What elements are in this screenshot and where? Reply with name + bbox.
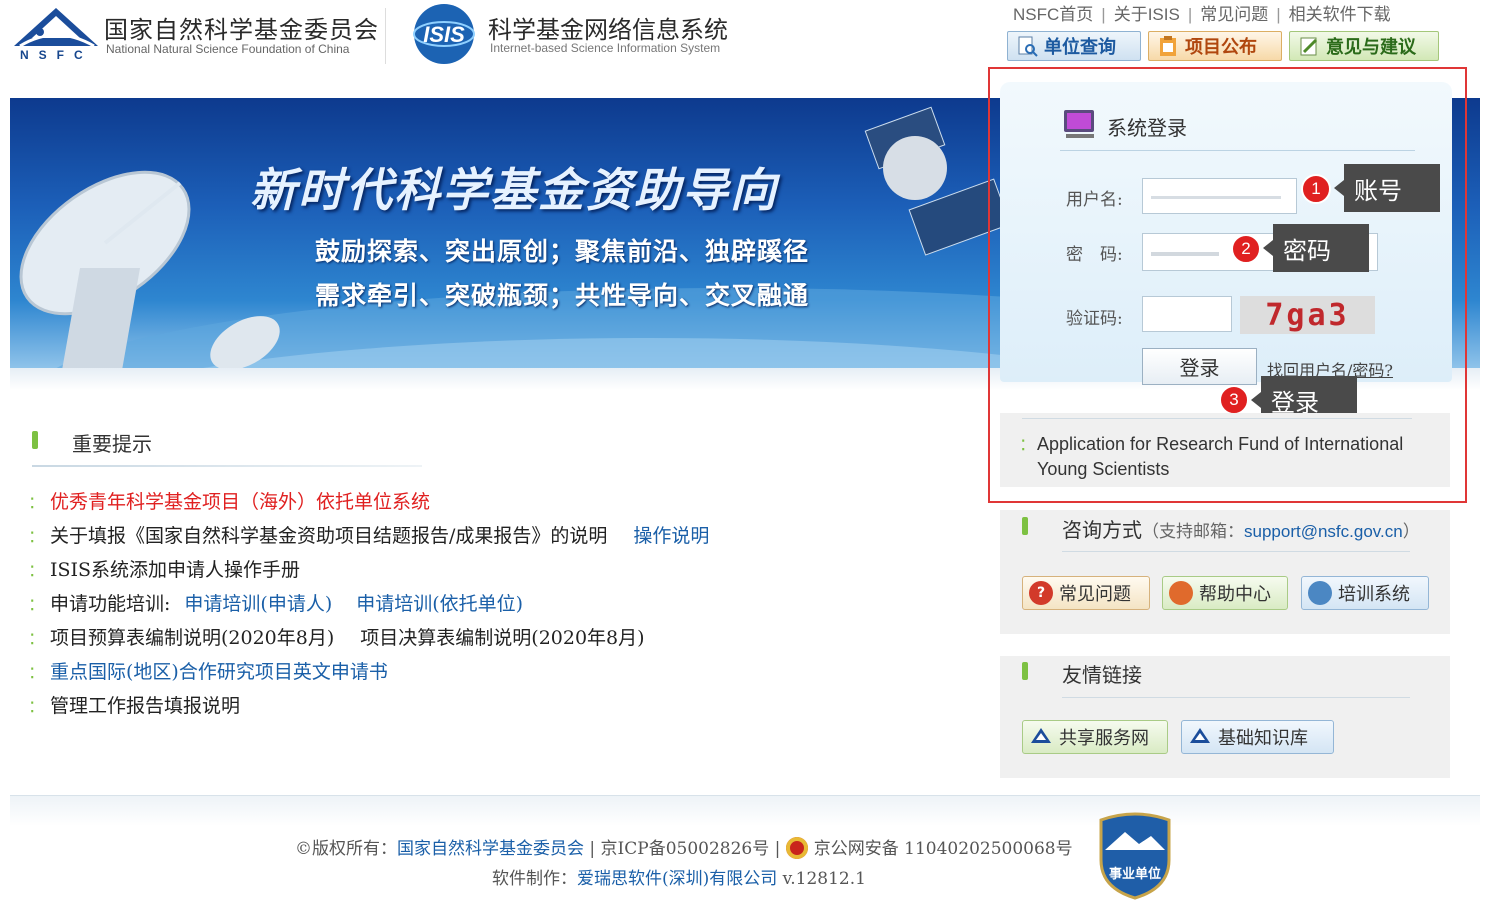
header-divider xyxy=(385,8,386,64)
faq-button[interactable]: ? 常见问题 xyxy=(1022,576,1150,610)
notice-section-marker xyxy=(32,431,38,449)
faq-label: 常见问题 xyxy=(1059,584,1131,605)
banner-title: 新时代科学基金资助导向 xyxy=(250,163,778,217)
isis-logo-text: ISIS xyxy=(423,22,465,47)
isis-logo-icon[interactable]: ISIS xyxy=(410,2,478,66)
nav-nsfc-home[interactable]: NSFC首页 xyxy=(1013,5,1093,24)
top-nav: NSFC首页 | 关于ISIS | 常见问题 | 相关软件下载 xyxy=(1013,5,1391,24)
notice-item: ⁚ ISIS系统添加申请人操作手册 xyxy=(30,555,300,582)
notice-training-prefix: 申请功能培训: xyxy=(50,593,171,615)
consult-section-marker xyxy=(1022,517,1028,535)
notice-item: ⁚ 项目预算表编制说明(2020年8月) 项目决算表编制说明(2020年8月) xyxy=(30,623,645,650)
consult-divider xyxy=(1062,551,1410,552)
notice-divider xyxy=(32,465,422,467)
edit-icon xyxy=(1300,37,1318,56)
notice-item: ⁚ 重点国际(地区)合作研究项目英文申请书 xyxy=(30,657,388,684)
search-doc-icon xyxy=(1018,36,1038,57)
police-emblem-icon xyxy=(785,837,808,859)
notice-training-applicant-link[interactable]: 申请培训(申请人) xyxy=(184,593,332,615)
support-email-link[interactable]: support@nsfc.gov.cn xyxy=(1244,522,1403,541)
consult-title-text: 咨询方式 xyxy=(1062,518,1142,542)
notice-operation-guide-link[interactable]: 操作说明 xyxy=(633,525,709,547)
bullet-icon: ⁚ xyxy=(30,530,35,546)
nav-about-isis[interactable]: 关于ISIS xyxy=(1114,5,1180,24)
isis-name-cn: 科学基金网络信息系统 xyxy=(488,16,728,44)
maker-company-link[interactable]: 爱瑞思软件(深圳)有限公司 xyxy=(577,869,777,889)
footer-maker: 软件制作：爱瑞思软件(深圳)有限公司 v.12812.1 xyxy=(492,864,866,889)
nsfc-mini-icon xyxy=(1190,728,1210,743)
shared-service-link-button[interactable]: 共享服务网 xyxy=(1022,720,1168,754)
nsfc-mini-icon xyxy=(1031,728,1051,743)
help-lifebuoy-icon xyxy=(1169,581,1193,605)
notice-final-account-guide-link[interactable]: 项目决算表编制说明(2020年8月) xyxy=(360,627,644,649)
version-text: v.12812.1 xyxy=(777,869,866,889)
unit-query-label: 单位查询 xyxy=(1044,37,1116,58)
footer-shade xyxy=(10,796,1480,826)
banner-slogan-2: 需求牵引、突破瓶颈；共性导向、交叉融通 xyxy=(315,281,810,310)
training-system-button[interactable]: 培训系统 xyxy=(1301,576,1429,610)
question-icon: ? xyxy=(1029,581,1053,605)
feedback-label: 意见与建议 xyxy=(1326,37,1416,58)
project-publish-label: 项目公布 xyxy=(1185,37,1257,58)
links-title: 友情链接 xyxy=(1062,663,1142,687)
notice-intl-coop-english-link[interactable]: 重点国际(地区)合作研究项目英文申请书 xyxy=(50,661,388,683)
feedback-button[interactable]: 意见与建议 xyxy=(1289,31,1439,61)
notice-training-institution-link[interactable]: 申请培训(依托单位) xyxy=(356,593,523,615)
bullet-icon: ⁚ xyxy=(30,632,35,648)
nsfc-name-en: National Natural Science Foundation of C… xyxy=(106,42,350,56)
notice-final-report-link[interactable]: 关于填报《国家自然科学基金资助项目结题报告/成果报告》的说明 xyxy=(50,525,607,547)
training-system-label: 培训系统 xyxy=(1338,584,1410,605)
icp-link[interactable]: | 京ICP备05002826号 | xyxy=(584,839,786,859)
nsfc-name-cn[interactable]: 国家自然科学基金委员会 xyxy=(104,10,379,45)
police-record-link[interactable]: 京公网安备 11040202500068号 xyxy=(814,839,1073,859)
notice-item: ⁚ 管理工作报告填报说明 xyxy=(30,691,240,718)
bullet-icon: ⁚ xyxy=(30,496,35,512)
notice-add-applicant-manual-link[interactable]: ISIS系统添加申请人操作手册 xyxy=(50,559,300,581)
notice-item: ⁚ 关于填报《国家自然科学基金资助项目结题报告/成果报告》的说明 操作说明 xyxy=(30,521,709,548)
unit-query-button[interactable]: 单位查询 xyxy=(1007,31,1141,61)
nav-software-download[interactable]: 相关软件下载 xyxy=(1289,5,1391,24)
bullet-icon: ⁚ xyxy=(30,564,35,580)
project-publish-button[interactable]: 项目公布 xyxy=(1148,31,1282,61)
consult-note-prefix: （支持邮箱： xyxy=(1142,522,1244,542)
clipboard-icon xyxy=(1160,36,1176,56)
notice-budget-guide-link[interactable]: 项目预算表编制说明(2020年8月) xyxy=(50,627,334,649)
help-center-label: 帮助中心 xyxy=(1199,584,1271,605)
notice-overseas-youth-link[interactable]: 优秀青年科学基金项目（海外）依托单位系统 xyxy=(50,491,430,513)
shared-service-label: 共享服务网 xyxy=(1059,728,1149,749)
radio-telescope-icon xyxy=(19,170,280,368)
links-divider xyxy=(1062,697,1410,698)
footer-copyright: ©版权所有：国家自然科学基金委员会 | 京ICP备05002826号 | 京公网… xyxy=(295,834,1073,859)
knowledge-base-link-button[interactable]: 基础知识库 xyxy=(1181,720,1334,754)
shield-text: 事业单位 xyxy=(1109,866,1161,882)
consult-title: 咨询方式（支持邮箱：support@nsfc.gov.cn） xyxy=(1062,514,1420,543)
bullet-icon: ⁚ xyxy=(30,700,35,716)
highlight-frame xyxy=(988,67,1467,503)
notice-item: ⁚ 申请功能培训: 申请培训(申请人) 申请培训(依托单位) xyxy=(30,589,523,616)
help-center-button[interactable]: 帮助中心 xyxy=(1162,576,1288,610)
notice-item: ⁚ 优秀青年科学基金项目（海外）依托单位系统 xyxy=(30,487,430,514)
maker-prefix: 软件制作： xyxy=(492,869,577,889)
bullet-icon: ⁚ xyxy=(30,598,35,614)
notice-title: 重要提示 xyxy=(72,432,152,456)
copyright-org-link[interactable]: 国家自然科学基金委员会 xyxy=(397,839,584,859)
nsfc-letters: NSFC xyxy=(20,48,93,62)
consult-note: （支持邮箱：support@nsfc.gov.cn） xyxy=(1142,522,1420,542)
notice-management-report-link[interactable]: 管理工作报告填报说明 xyxy=(50,695,240,717)
training-gear-icon xyxy=(1308,581,1332,605)
knowledge-base-label: 基础知识库 xyxy=(1218,728,1308,749)
links-section-marker xyxy=(1022,662,1028,680)
banner-slogan-1: 鼓励探索、突出原创；聚焦前沿、独辟蹊径 xyxy=(315,237,810,266)
isis-name-en: Internet-based Science Information Syste… xyxy=(490,41,721,55)
bullet-icon: ⁚ xyxy=(30,666,35,682)
nav-faq[interactable]: 常见问题 xyxy=(1200,5,1268,24)
consult-note-suffix: ） xyxy=(1402,522,1420,542)
copyright-prefix: ©版权所有： xyxy=(295,839,397,859)
public-institution-shield-icon[interactable]: 事业单位 xyxy=(1095,810,1175,900)
